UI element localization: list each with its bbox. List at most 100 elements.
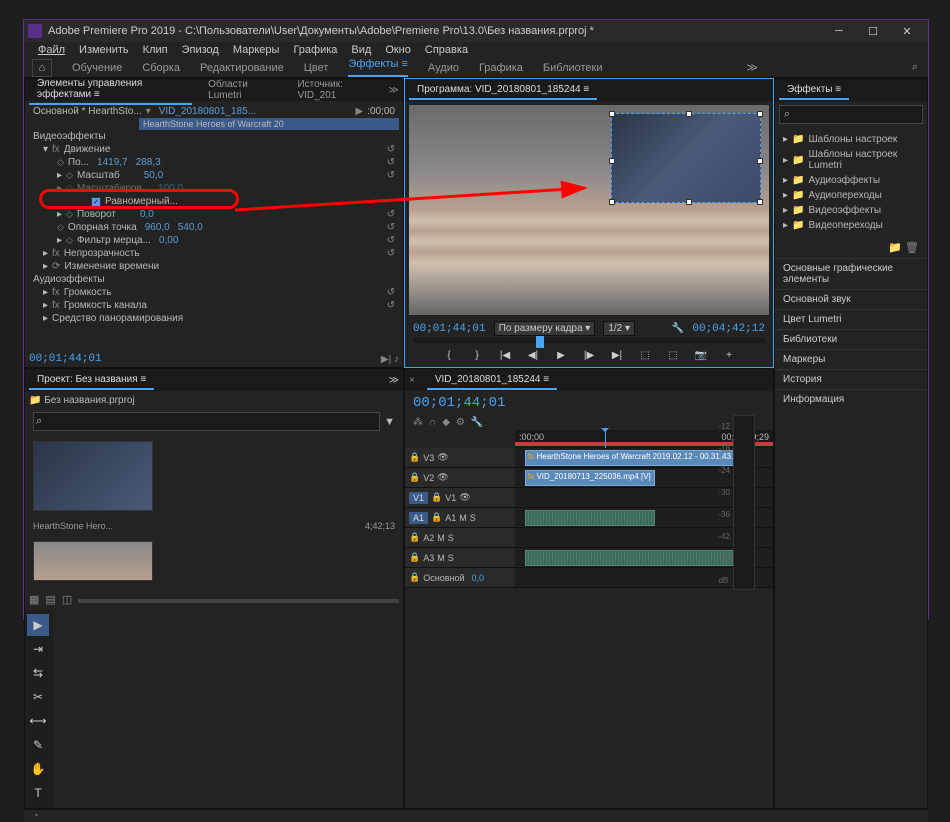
menu-edit[interactable]: Изменить xyxy=(73,42,135,58)
menu-sequence[interactable]: Эпизод xyxy=(176,42,225,58)
tab-project[interactable]: Проект: Без названия ≡ xyxy=(29,371,154,390)
reset-icon[interactable]: ↺ xyxy=(387,300,395,311)
clip-v3[interactable]: fx HearthStone Heroes of Warcraft 2019.0… xyxy=(525,450,745,466)
zoom-dropdown[interactable]: 1/2 ▾ xyxy=(603,321,635,336)
ec-opacity[interactable]: Непрозрачность xyxy=(64,248,140,259)
snap-icon[interactable]: ⁂ xyxy=(413,417,423,428)
clip-a1[interactable] xyxy=(525,510,655,526)
ec-controls-icon[interactable]: ▶| ♪ xyxy=(381,354,399,365)
clip-a3[interactable] xyxy=(525,550,745,566)
reset-icon[interactable]: ↺ xyxy=(387,222,395,233)
ws-color[interactable]: Цвет xyxy=(304,62,329,74)
ws-editing[interactable]: Редактирование xyxy=(200,62,284,74)
timeline-timecode[interactable]: 00;01;44;01 xyxy=(413,395,505,411)
ec-volume[interactable]: Громкость xyxy=(64,287,112,298)
marker-icon[interactable]: ◆ xyxy=(442,417,450,428)
reset-icon[interactable]: ↺ xyxy=(387,144,395,155)
ec-anchor-x[interactable]: 960,0 xyxy=(145,222,170,233)
menu-view[interactable]: Вид xyxy=(345,42,377,58)
clip-v2[interactable]: fx VID_20180713_225036.mp4 [V] xyxy=(525,470,655,486)
selection-tool[interactable]: ▶ xyxy=(27,614,49,636)
eff-audio-trans[interactable]: ▸📁Аудиопереходы xyxy=(783,188,919,203)
freeform-icon[interactable]: ◫ xyxy=(62,593,72,606)
close-button[interactable]: ✕ xyxy=(890,20,924,42)
step-back-button[interactable]: ◀| xyxy=(523,347,543,363)
project-thumbnail[interactable] xyxy=(33,441,153,511)
menu-clip[interactable]: Клип xyxy=(137,42,174,58)
go-out-button[interactable]: ▶| xyxy=(607,347,627,363)
ws-audio[interactable]: Аудио xyxy=(428,62,459,74)
filter-icon[interactable]: ▼ xyxy=(384,416,395,428)
section-libraries[interactable]: Библиотеки xyxy=(775,329,927,349)
hand-tool[interactable]: ✋ xyxy=(27,758,49,780)
ec-timecode[interactable]: 00;01;44;01 xyxy=(29,353,102,365)
play-button[interactable]: ▶ xyxy=(551,347,571,363)
keyframe-icon[interactable]: ◇ xyxy=(57,222,64,233)
go-in-button[interactable]: |◀ xyxy=(495,347,515,363)
settings-icon[interactable]: ⚙ xyxy=(456,417,465,428)
tab-effects[interactable]: Эффекты ≡ xyxy=(779,81,849,100)
ec-position-y[interactable]: 288,3 xyxy=(136,157,161,168)
menu-window[interactable]: Окно xyxy=(379,42,417,58)
ec-scale-value[interactable]: 50,0 xyxy=(144,170,163,181)
reset-icon[interactable]: ↺ xyxy=(387,170,395,181)
eff-video-fx[interactable]: ▸📁Видеоэффекты xyxy=(783,203,919,218)
zoom-slider[interactable] xyxy=(78,599,399,603)
menu-file[interactable]: Файл xyxy=(32,42,71,58)
fit-dropdown[interactable]: По размеру кадра ▾ xyxy=(494,321,596,336)
ws-graphics[interactable]: Графика xyxy=(479,62,523,74)
keyframe-icon[interactable]: ◇ xyxy=(66,170,73,181)
type-tool[interactable]: T xyxy=(27,782,49,804)
reset-icon[interactable]: ↺ xyxy=(387,235,395,246)
reset-icon[interactable]: ↺ xyxy=(387,209,395,220)
project-search[interactable]: ⌕ xyxy=(33,412,380,431)
icon-view-icon[interactable]: ▤ xyxy=(45,593,55,606)
ec-position-x[interactable]: 1419,7 xyxy=(97,157,128,168)
keyframe-icon[interactable]: ◇ xyxy=(57,157,64,168)
home-button[interactable]: ⌂ xyxy=(32,59,52,77)
ws-overflow[interactable]: ≫ xyxy=(746,61,758,74)
program-scrubber[interactable] xyxy=(413,338,765,343)
eff-presets[interactable]: ▸📁Шаблоны настроек xyxy=(783,132,919,147)
ec-flicker-value[interactable]: 0,00 xyxy=(159,235,178,246)
trash-icon[interactable]: 🗑 xyxy=(905,242,919,254)
list-view-icon[interactable]: ▦ xyxy=(29,593,39,606)
slip-tool[interactable]: ⟷ xyxy=(27,710,49,732)
ws-assembly[interactable]: Сборка xyxy=(142,62,180,74)
program-tc-left[interactable]: 00;01;44;01 xyxy=(413,323,486,335)
eff-audio-fx[interactable]: ▸📁Аудиоэффекты xyxy=(783,173,919,188)
project-filename[interactable]: Без названия.prproj xyxy=(44,395,134,406)
ws-libraries[interactable]: Библиотеки xyxy=(543,62,603,74)
reset-icon[interactable]: ↺ xyxy=(387,287,395,298)
minimize-button[interactable]: ─ xyxy=(822,20,856,42)
step-fwd-button[interactable]: |▶ xyxy=(579,347,599,363)
track-select-tool[interactable]: ⇥ xyxy=(27,638,49,660)
ec-panner[interactable]: Средство панорамирования xyxy=(52,313,183,324)
ec-primary-clip[interactable]: Основной * HearthSto... xyxy=(33,106,142,117)
keyframe-icon[interactable]: ◇ xyxy=(66,209,73,220)
ws-effects[interactable]: Эффекты ≡ xyxy=(348,58,408,77)
panel-overflow[interactable]: ≫ xyxy=(389,375,399,386)
mark-in-button[interactable]: { xyxy=(439,347,459,363)
uniform-checkbox[interactable]: ✓ xyxy=(91,197,101,207)
extract-button[interactable]: ⬚ xyxy=(663,347,683,363)
eff-video-trans[interactable]: ▸📁Видеопереходы xyxy=(783,218,919,233)
lift-button[interactable]: ⬚ xyxy=(635,347,655,363)
section-history[interactable]: История xyxy=(775,369,927,389)
eff-lumetri[interactable]: ▸📁Шаблоны настроек Lumetri xyxy=(783,147,919,173)
section-essential-graphics[interactable]: Основные графические элементы xyxy=(775,258,927,289)
ec-time-remap[interactable]: Изменение времени xyxy=(64,261,159,272)
section-info[interactable]: Информация xyxy=(775,389,927,409)
ec-motion[interactable]: Движение xyxy=(64,144,111,155)
ws-learning[interactable]: Обучение xyxy=(72,62,122,74)
wrench-icon[interactable]: 🔧 xyxy=(471,417,483,428)
pen-tool[interactable]: ✎ xyxy=(27,734,49,756)
menu-graphics[interactable]: Графика xyxy=(287,42,343,58)
section-markers[interactable]: Маркеры xyxy=(775,349,927,369)
reset-icon[interactable]: ↺ xyxy=(387,157,395,168)
ec-channel-vol[interactable]: Громкость канала xyxy=(64,300,147,311)
ec-rotation-value[interactable]: 0,0 xyxy=(140,209,154,220)
tab-program[interactable]: Программа: VID_20180801_185244 ≡ xyxy=(409,81,597,100)
menu-markers[interactable]: Маркеры xyxy=(227,42,286,58)
ec-target-clip[interactable]: VID_20180801_185... xyxy=(159,106,256,117)
